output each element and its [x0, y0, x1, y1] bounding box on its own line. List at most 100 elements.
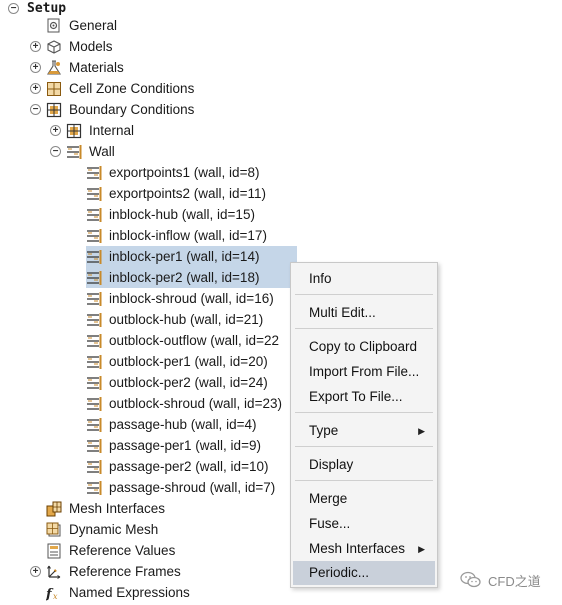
menu-item-mesh-interfaces[interactable]: Mesh Interfaces ▶ — [293, 537, 435, 561]
general-settings-icon — [46, 18, 62, 34]
wall-item[interactable]: inblock-inflow (wall, id=17) — [86, 225, 269, 246]
wall-icon — [86, 417, 102, 433]
wall-icon — [86, 270, 102, 286]
wall-icon — [86, 375, 102, 391]
menu-separator — [295, 446, 433, 447]
menu-item-info[interactable]: Info — [293, 267, 435, 291]
menu-item-fuse[interactable]: Fuse... — [293, 512, 435, 536]
tree-item-mesh-interfaces[interactable]: Mesh Interfaces — [46, 498, 167, 519]
wall-item[interactable]: outblock-outflow (wall, id=22 — [86, 330, 281, 351]
tree-label: passage-per2 (wall, id=10) — [109, 459, 269, 474]
expand-icon[interactable]: + — [30, 566, 41, 577]
tree-label: passage-hub (wall, id=4) — [109, 417, 257, 432]
menu-item-merge[interactable]: Merge — [293, 487, 435, 511]
menu-item-copy-to-clipboard[interactable]: Copy to Clipboard — [293, 335, 435, 359]
tree-item-general[interactable]: General — [46, 15, 119, 36]
wall-icon — [66, 144, 82, 160]
expand-icon[interactable]: + — [50, 125, 61, 136]
submenu-arrow-icon: ▶ — [418, 544, 425, 554]
tree-label: passage-per1 (wall, id=9) — [109, 438, 261, 453]
menu-item-type[interactable]: Type ▶ — [293, 419, 435, 443]
menu-item-import-from-file[interactable]: Import From File... — [293, 360, 435, 384]
tree-label: exportpoints1 (wall, id=8) — [109, 165, 260, 180]
wall-icon — [86, 291, 102, 307]
wall-icon — [86, 438, 102, 454]
reference-values-icon — [46, 543, 62, 559]
tree-item-reference-frames[interactable]: Reference Frames — [46, 561, 183, 582]
expand-icon[interactable]: + — [30, 41, 41, 52]
tree-item-boundary-conditions[interactable]: Boundary Conditions — [46, 99, 196, 120]
wall-item[interactable]: outblock-per2 (wall, id=24) — [86, 372, 270, 393]
dynamic-mesh-icon — [46, 522, 62, 538]
wall-icon — [86, 480, 102, 496]
expand-icon[interactable]: + — [30, 83, 41, 94]
tree-label: Named Expressions — [69, 585, 190, 600]
wall-item[interactable]: passage-per1 (wall, id=9) — [86, 435, 263, 456]
collapse-icon[interactable]: − — [30, 104, 41, 115]
tree-label: passage-shroud (wall, id=7) — [109, 480, 276, 495]
watermark: CFD之道 — [460, 568, 541, 592]
context-menu: Info Multi Edit... Copy to Clipboard Imp… — [290, 262, 438, 588]
wall-item[interactable]: inblock-shroud (wall, id=16) — [86, 288, 276, 309]
menu-item-export-to-file[interactable]: Export To File... — [293, 385, 435, 409]
menu-item-periodic[interactable]: Periodic... — [293, 561, 435, 585]
menu-separator — [295, 328, 433, 329]
tree-label: inblock-per2 (wall, id=18) — [109, 270, 260, 285]
tree-label: Internal — [89, 123, 135, 138]
wall-icon — [86, 207, 102, 223]
collapse-icon[interactable]: − — [50, 146, 61, 157]
wall-item[interactable]: exportpoints2 (wall, id=11) — [86, 183, 268, 204]
tree-label: Cell Zone Conditions — [69, 81, 195, 96]
tree-label: inblock-shroud (wall, id=16) — [109, 291, 274, 306]
wall-item[interactable]: passage-shroud (wall, id=7) — [86, 477, 277, 498]
submenu-arrow-icon: ▶ — [418, 426, 425, 436]
wall-item[interactable]: outblock-shroud (wall, id=23) — [86, 393, 284, 414]
wall-icon — [86, 354, 102, 370]
expand-icon[interactable]: + — [30, 62, 41, 73]
wall-item[interactable]: inblock-hub (wall, id=15) — [86, 204, 257, 225]
tree-label: Dynamic Mesh — [69, 522, 159, 537]
tree-label: outblock-shroud (wall, id=23) — [109, 396, 282, 411]
menu-separator — [295, 412, 433, 413]
wall-icon — [86, 333, 102, 349]
wall-icon — [86, 312, 102, 328]
wall-item[interactable]: outblock-hub (wall, id=21) — [86, 309, 265, 330]
wall-item-selected[interactable]: inblock-per1 (wall, id=14) — [86, 246, 297, 267]
collapse-icon[interactable]: − — [8, 3, 19, 14]
tree-item-wall[interactable]: Wall — [66, 141, 117, 162]
menu-item-multi-edit[interactable]: Multi Edit... — [293, 301, 435, 325]
wall-item[interactable]: outblock-per1 (wall, id=20) — [86, 351, 270, 372]
models-cube-icon — [46, 39, 62, 55]
menu-item-display[interactable]: Display — [293, 453, 435, 477]
mesh-interfaces-icon — [46, 501, 62, 517]
cell-zone-grid-icon — [46, 81, 62, 97]
tree-label: General — [69, 18, 118, 33]
wall-item[interactable]: exportpoints1 (wall, id=8) — [86, 162, 261, 183]
tree-label: inblock-hub (wall, id=15) — [109, 207, 255, 222]
tree-item-reference-values[interactable]: Reference Values — [46, 540, 177, 561]
materials-flask-icon — [46, 59, 62, 76]
tree-item-dynamic-mesh[interactable]: Dynamic Mesh — [46, 519, 160, 540]
tree-label: inblock-inflow (wall, id=17) — [109, 228, 267, 243]
menu-label: Type — [309, 423, 339, 438]
wall-item-selected[interactable]: inblock-per2 (wall, id=18) — [86, 267, 297, 288]
wall-item[interactable]: passage-per2 (wall, id=10) — [86, 456, 270, 477]
tree-label: outblock-hub (wall, id=21) — [109, 312, 264, 327]
wall-item[interactable]: passage-hub (wall, id=4) — [86, 414, 258, 435]
tree-item-internal[interactable]: Internal — [66, 120, 136, 141]
tree-item-materials[interactable]: Materials — [46, 57, 126, 78]
svg-text:x: x — [53, 592, 58, 601]
boundary-grid-icon — [46, 102, 62, 118]
tree-item-named-expressions[interactable]: fx Named Expressions — [46, 582, 192, 603]
wall-icon — [86, 228, 102, 244]
menu-separator — [295, 294, 433, 295]
tree-label: outblock-per2 (wall, id=24) — [109, 375, 268, 390]
reference-frames-axes-icon — [46, 564, 62, 580]
wall-icon — [86, 165, 102, 181]
tree-label: outblock-per1 (wall, id=20) — [109, 354, 268, 369]
tree-label: Boundary Conditions — [69, 102, 195, 117]
tree-item-models[interactable]: Models — [46, 36, 115, 57]
tree-item-cell-zone-conditions[interactable]: Cell Zone Conditions — [46, 78, 196, 99]
menu-label: Mesh Interfaces — [309, 541, 406, 556]
tree-label: Materials — [69, 60, 124, 75]
